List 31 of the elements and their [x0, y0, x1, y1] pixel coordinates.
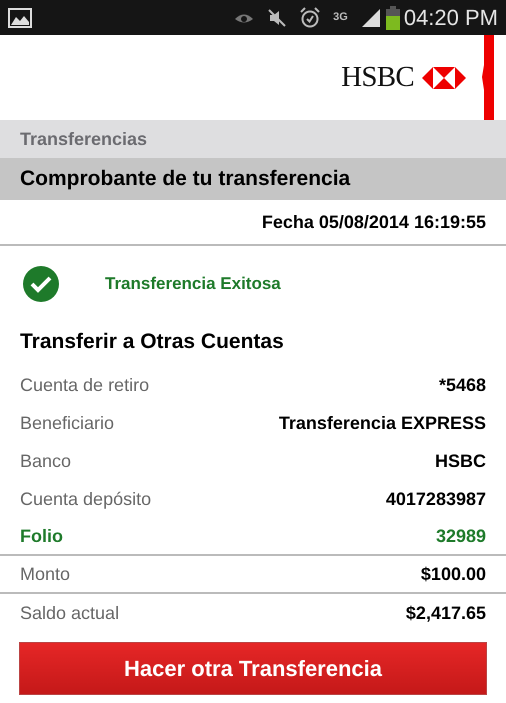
- row-value: 4017283987: [386, 488, 486, 510]
- date-text: Fecha 05/08/2014 16:19:55: [262, 210, 486, 234]
- mute-icon: [267, 8, 288, 28]
- status-message: Transferencia Exitosa: [105, 273, 281, 296]
- row-value: *5468: [438, 374, 486, 396]
- logo-text: HSBC: [341, 60, 414, 95]
- row-label: Cuenta depósito: [20, 488, 152, 511]
- section-title: Transferir a Otras Cuentas: [20, 329, 284, 356]
- row-label: Monto: [20, 562, 70, 586]
- battery-icon: [386, 6, 400, 30]
- row-label: Banco: [20, 450, 72, 472]
- row-value: 32989: [436, 524, 486, 548]
- check-icon: [23, 266, 59, 302]
- image-icon: [8, 8, 32, 28]
- row-label: Folio: [20, 524, 63, 548]
- row-value: Transferencia EXPRESS: [278, 412, 486, 434]
- hexagon-logo-icon: [422, 66, 466, 88]
- ribbon-icon: [482, 35, 496, 120]
- row-label: Cuenta de retiro: [20, 374, 150, 396]
- page-title: Comprobante de tu transferencia: [20, 166, 350, 192]
- new-transfer-button[interactable]: Hacer otra Transferencia: [19, 642, 487, 695]
- row-value: $2,417.65: [406, 602, 486, 624]
- row-value: HSBC: [434, 450, 486, 472]
- network-type: 3G: [333, 12, 348, 23]
- row-label: Saldo actual: [20, 602, 120, 624]
- clock: 04:20 PM: [404, 4, 498, 32]
- row-label: Beneficiario: [20, 412, 114, 434]
- breadcrumb: Transferencias: [20, 128, 148, 150]
- row-value: $100.00: [420, 562, 486, 586]
- signal-icon: [360, 8, 382, 28]
- alarm-icon: [299, 6, 322, 28]
